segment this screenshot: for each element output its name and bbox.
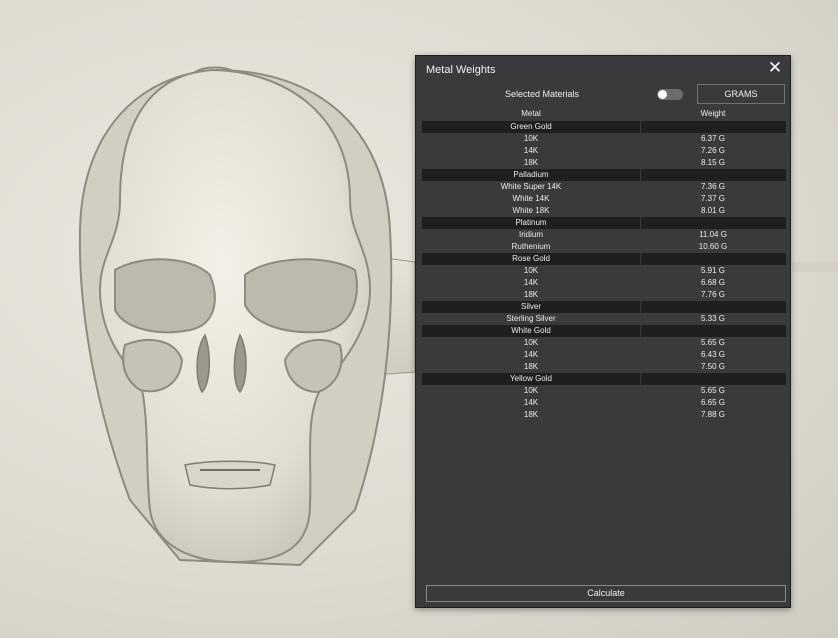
table-row: 10K 5.91 G — [422, 265, 786, 277]
column-divider — [640, 217, 641, 229]
metal-name: 18K — [523, 158, 539, 167]
metal-name: White 14K — [512, 194, 550, 203]
calculate-button[interactable]: Calculate — [426, 585, 786, 602]
units-button[interactable]: GRAMS — [697, 84, 785, 104]
group-row: White Gold — [422, 325, 786, 337]
metal-weight: 6.37 G — [700, 134, 725, 143]
metal-name: Sterling Silver — [506, 314, 556, 323]
table-row: 14K 6.65 G — [422, 397, 786, 409]
table-row: 14K 7.26 G — [422, 145, 786, 157]
column-divider — [640, 169, 641, 181]
table-row: Iridium 11.04 G — [422, 229, 786, 241]
table-row: 14K 6.43 G — [422, 349, 786, 361]
metal-name: White 18K — [512, 206, 550, 215]
metal-weight: 7.50 G — [700, 362, 725, 371]
column-header-weight: Weight — [700, 109, 726, 118]
group-name: Green Gold — [510, 122, 552, 131]
metal-weight: 6.65 G — [700, 398, 725, 407]
metal-name: Ruthenium — [511, 242, 551, 251]
table-row: Ruthenium 10.60 G — [422, 241, 786, 253]
metal-weight: 5.91 G — [700, 266, 725, 275]
column-divider — [640, 325, 641, 337]
selected-materials-label: Selected Materials — [505, 89, 580, 99]
group-name: Platinum — [515, 218, 547, 227]
column-divider — [640, 373, 641, 385]
selected-materials-toggle[interactable] — [657, 89, 683, 100]
metal-name: 10K — [523, 266, 539, 275]
metal-name: 14K — [523, 146, 539, 155]
metal-weight: 10.60 G — [698, 242, 728, 251]
metal-weight: 11.04 G — [699, 230, 727, 239]
group-name: Yellow Gold — [510, 374, 552, 383]
metal-name: 14K — [523, 350, 539, 359]
metal-name: Iridium — [518, 230, 543, 239]
metal-weight: 7.37 G — [700, 194, 725, 203]
table-row: 10K 5.65 G — [422, 385, 786, 397]
metal-weight: 7.88 G — [700, 410, 725, 419]
metal-weight: 7.76 G — [700, 290, 725, 299]
metal-weight: 6.43 G — [700, 350, 725, 359]
table-row: Sterling Silver 5.33 G — [422, 313, 786, 325]
metal-weight: 5.65 G — [700, 386, 725, 395]
toggle-knob — [658, 90, 667, 99]
metal-weight: 8.15 G — [700, 158, 725, 167]
group-name: Rose Gold — [512, 254, 550, 263]
metal-name: 14K — [523, 398, 539, 407]
column-divider — [640, 253, 641, 265]
metal-name: White Super 14K — [500, 182, 562, 191]
metal-name: 10K — [523, 386, 539, 395]
group-row: Yellow Gold — [422, 373, 786, 385]
group-row: Rose Gold — [422, 253, 786, 265]
metal-weight: 6.68 G — [700, 278, 725, 287]
group-row: Silver — [422, 301, 786, 313]
metal-name: 18K — [523, 290, 539, 299]
metal-weight: 7.36 G — [700, 182, 725, 191]
table-row: White 14K 7.37 G — [422, 193, 786, 205]
metal-name: 10K — [523, 338, 539, 347]
table-row: 14K 6.68 G — [422, 277, 786, 289]
weights-table: Green Gold 10K 6.37 G 14K 7.26 G 18K 8.15 G Pal… — [422, 121, 786, 421]
table-row: 18K 8.15 G — [422, 157, 786, 169]
panel-title: Metal Weights — [426, 64, 496, 76]
group-row: Green Gold — [422, 121, 786, 133]
table-row: 10K 6.37 G — [422, 133, 786, 145]
metal-name: 18K — [523, 362, 539, 371]
table-row: 18K 7.50 G — [422, 361, 786, 373]
metal-weight: 5.33 G — [700, 314, 725, 323]
group-row: Palladium — [422, 169, 786, 181]
group-name: White Gold — [511, 326, 551, 335]
column-divider — [640, 121, 641, 133]
group-name: Silver — [520, 302, 541, 311]
close-icon[interactable]: ✕ — [766, 59, 784, 77]
metal-weight: 5.65 G — [700, 338, 725, 347]
table-row: 18K 7.88 G — [422, 409, 786, 421]
group-row: Platinum — [422, 217, 786, 229]
metal-name: 18K — [523, 410, 539, 419]
table-row: White 18K 8.01 G — [422, 205, 786, 217]
metal-weights-panel: Metal Weights ✕ Selected Materials GRAMS… — [415, 55, 791, 608]
column-header-metal: Metal — [521, 109, 541, 118]
metal-name: 10K — [523, 134, 539, 143]
metal-name: 14K — [523, 278, 539, 287]
metal-weight: 7.26 G — [700, 146, 725, 155]
table-row: 10K 5.65 G — [422, 337, 786, 349]
group-name: Palladium — [513, 170, 549, 179]
column-divider — [640, 301, 641, 313]
table-row: White Super 14K 7.36 G — [422, 181, 786, 193]
metal-weight: 8.01 G — [700, 206, 725, 215]
table-row: 18K 7.76 G — [422, 289, 786, 301]
table-header: Metal Weight — [422, 109, 786, 121]
